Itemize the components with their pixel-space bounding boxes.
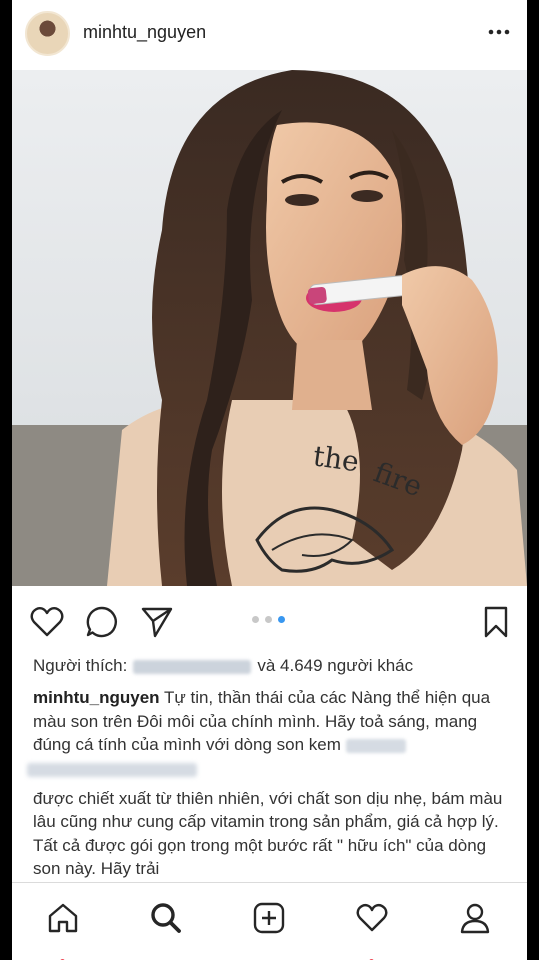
carousel-dot-active [278, 616, 285, 623]
blurred-brand-name [345, 738, 406, 753]
tab-add-post[interactable] [249, 901, 289, 941]
more-options-icon[interactable] [487, 24, 511, 40]
tab-home[interactable] [43, 901, 83, 960]
likes-line: Người thích: và 4.649 người khác [33, 656, 413, 676]
post-username[interactable]: minhtu_nguyen [83, 22, 206, 43]
carousel-dot [252, 616, 259, 623]
blurred-username[interactable] [133, 660, 252, 675]
tab-activity[interactable] [352, 901, 392, 960]
carousel-indicator [252, 616, 285, 623]
tab-profile[interactable] [455, 901, 495, 941]
likes-prefix: Người thích: [33, 656, 128, 675]
post-action-bar [12, 600, 527, 644]
add-post-icon [253, 902, 285, 934]
caption-text-2: được chiết xuất từ thiên nhiên, với chất… [33, 788, 503, 879]
home-icon [48, 903, 78, 933]
instagram-post-screen: minhtu_nguyen the fire Người thích: và 4… [12, 0, 527, 960]
activity-icon [356, 903, 388, 932]
tab-search[interactable] [146, 901, 186, 941]
photo-illustration: the fire [12, 70, 527, 586]
carousel-dot [265, 616, 272, 623]
shirt-text-the: the [311, 439, 361, 478]
send-icon[interactable] [139, 604, 175, 640]
blurred-brand-tag [27, 762, 197, 777]
comment-icon[interactable] [84, 604, 120, 640]
bookmark-icon[interactable] [478, 604, 514, 640]
post-caption: minhtu_nguyen Tự tin, thần thái của các … [27, 686, 513, 881]
post-header: minhtu_nguyen [12, 0, 527, 68]
search-icon [151, 903, 181, 933]
caption-author[interactable]: minhtu_nguyen [33, 688, 160, 707]
likes-count[interactable]: và 4.649 người khác [257, 656, 413, 675]
avatar[interactable] [25, 11, 70, 56]
bottom-tab-bar [12, 882, 527, 960]
heart-icon[interactable] [29, 604, 65, 640]
profile-icon [460, 903, 490, 934]
post-photo[interactable]: the fire [12, 70, 527, 586]
